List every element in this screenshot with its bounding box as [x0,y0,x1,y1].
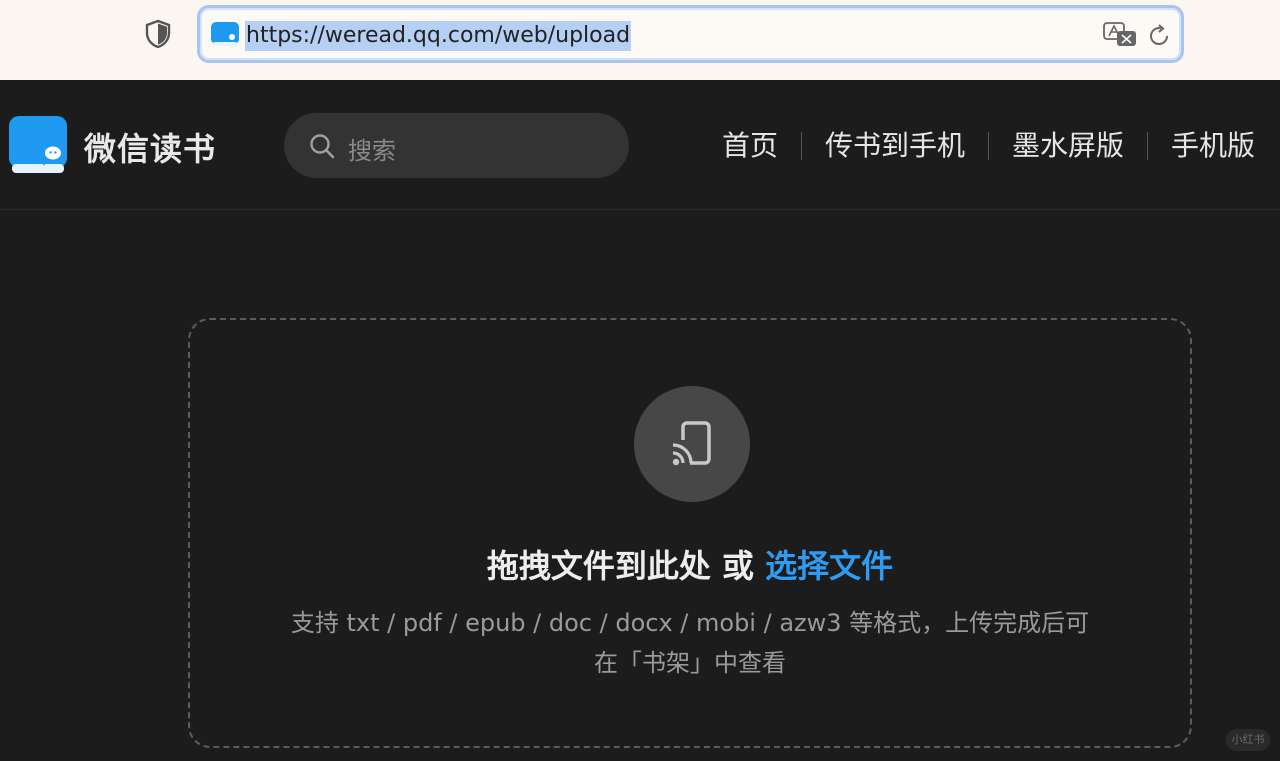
nav-divider [987,132,989,160]
upload-dropzone[interactable]: 拖拽文件到此处 或 选择文件 支持 txt / pdf / epub / doc… [188,318,1192,748]
formats-line-1: 支持 txt / pdf / epub / doc / docx / mobi … [290,609,1090,637]
reload-icon[interactable] [1147,24,1171,48]
address-bar[interactable]: https://weread.qq.com/web/upload [197,5,1184,63]
nav-divider [800,132,802,160]
site-favicon [211,22,239,46]
search-box[interactable]: 搜索 [284,113,629,178]
search-icon [310,134,335,159]
cast-icon-circle [634,386,750,502]
nav-eink-version[interactable]: 墨水屏版 [1012,128,1124,164]
site-header: 微信读书 搜索 首页 传书到手机 墨水屏版 手机版 [0,80,1280,210]
browser-toolbar: https://weread.qq.com/web/upload [0,0,1280,80]
url-text[interactable]: https://weread.qq.com/web/upload [245,21,632,51]
search-placeholder[interactable]: 搜索 [348,131,396,166]
cast-to-device-icon [670,421,711,468]
or-text: 或 [721,547,754,585]
supported-formats: 支持 txt / pdf / epub / doc / docx / mobi … [230,603,1150,683]
nav-mobile-version[interactable]: 手机版 [1171,128,1255,164]
nav-home[interactable]: 首页 [722,128,778,164]
shield-icon[interactable] [144,19,172,49]
translate-icon[interactable] [1103,22,1137,48]
brand-name[interactable]: 微信读书 [84,124,216,170]
drop-instruction: 拖拽文件到此处 或 选择文件 [190,541,1190,587]
formats-line-2: 在「书架」中查看 [594,649,786,677]
drop-text: 拖拽文件到此处 [486,547,711,585]
choose-file-link[interactable]: 选择文件 [765,547,893,585]
main-nav: 首页 传书到手机 墨水屏版 手机版 [722,126,1255,166]
watermark: 小红书 [1226,729,1270,751]
weread-logo[interactable] [9,116,67,174]
nav-send-to-phone[interactable]: 传书到手机 [825,128,965,164]
nav-divider [1146,132,1148,160]
